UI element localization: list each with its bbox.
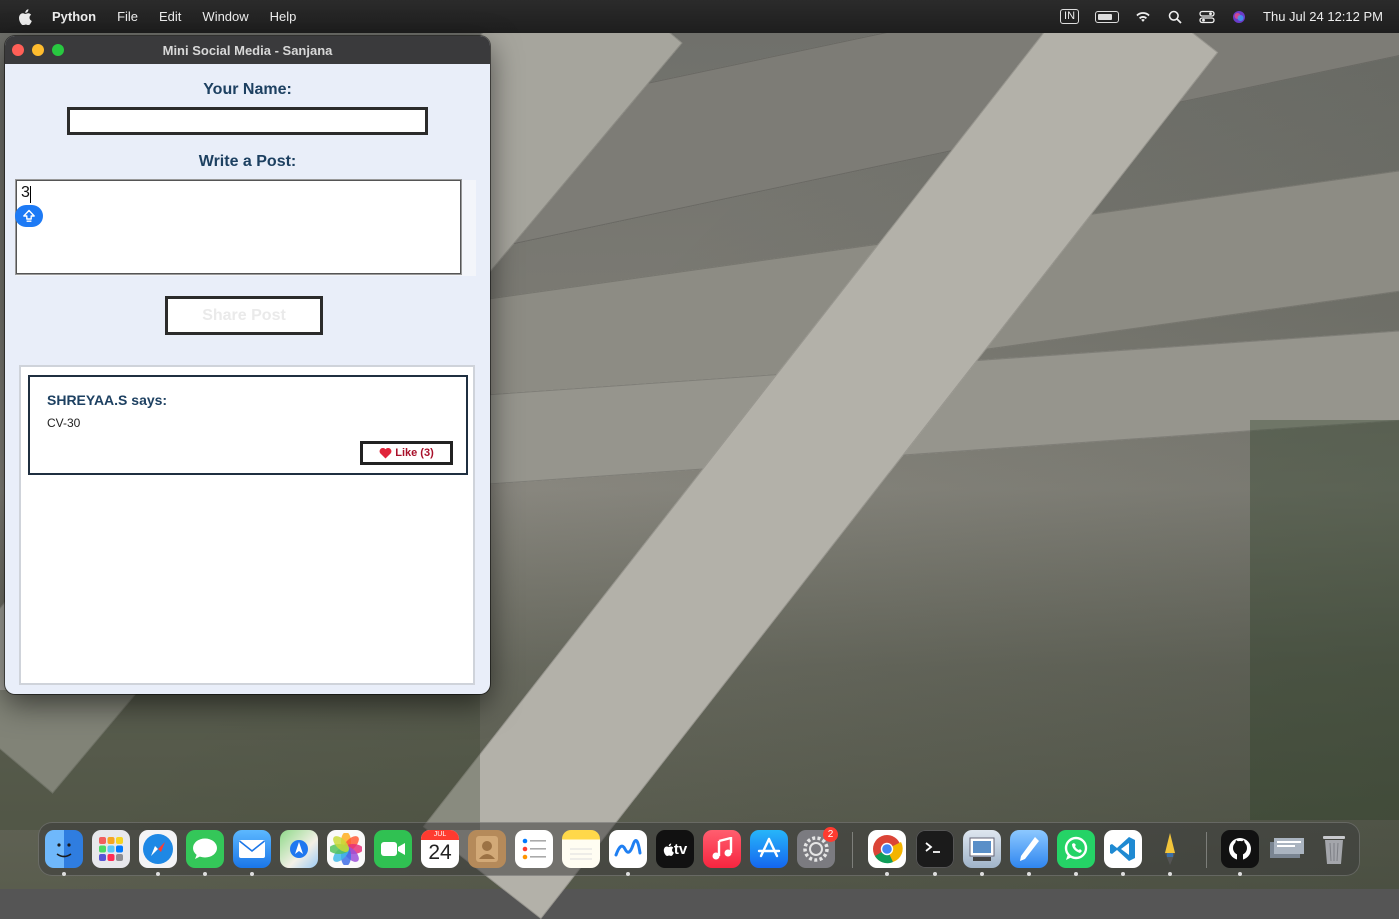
- downloads-stack-icon[interactable]: [1268, 830, 1306, 868]
- dock: JUL 24 tv 2: [38, 822, 1360, 876]
- menu-window[interactable]: Window: [202, 9, 248, 24]
- dock-separator: [1206, 832, 1207, 868]
- app-window: Mini Social Media - Sanjana Your Name: W…: [5, 36, 490, 694]
- running-indicator: [1121, 872, 1125, 876]
- launchpad-icon[interactable]: [92, 830, 130, 868]
- vscode-icon[interactable]: [1104, 830, 1142, 868]
- apple-tv-icon[interactable]: tv: [656, 830, 694, 868]
- calendar-icon[interactable]: JUL 24: [421, 830, 459, 868]
- siri-icon[interactable]: [1231, 9, 1247, 25]
- name-input[interactable]: [67, 107, 428, 135]
- control-center-icon[interactable]: [1199, 9, 1215, 25]
- terminal-icon[interactable]: [916, 830, 954, 868]
- running-indicator: [1238, 872, 1242, 876]
- like-button[interactable]: Like (3): [360, 441, 453, 465]
- python-launcher-icon[interactable]: [1151, 830, 1189, 868]
- wallpaper-shade: [1250, 420, 1399, 820]
- music-icon[interactable]: [703, 830, 741, 868]
- running-indicator: [250, 872, 254, 876]
- trash-icon[interactable]: [1315, 830, 1353, 868]
- wallpaper-shade: [0, 690, 480, 830]
- freeform-icon[interactable]: [609, 830, 647, 868]
- menu-edit[interactable]: Edit: [159, 9, 181, 24]
- menu-bar: Python File Edit Window Help IN Thu Jul …: [0, 0, 1399, 33]
- wifi-icon[interactable]: [1135, 9, 1151, 25]
- maps-icon[interactable]: [280, 830, 318, 868]
- mail-icon[interactable]: [233, 830, 271, 868]
- window-titlebar[interactable]: Mini Social Media - Sanjana: [5, 36, 490, 64]
- running-indicator: [62, 872, 66, 876]
- contacts-icon[interactable]: [468, 830, 506, 868]
- textedit-pen-icon[interactable]: [1010, 830, 1048, 868]
- window-zoom-button[interactable]: [52, 44, 64, 56]
- input-source-indicator[interactable]: IN: [1060, 9, 1080, 24]
- like-button-label: Like (3): [395, 447, 434, 459]
- running-indicator: [980, 872, 984, 876]
- post-content: CV-30: [47, 416, 81, 430]
- dock-separator: [852, 832, 853, 868]
- post-author: SHREYAA.S says:: [47, 392, 168, 408]
- text-caret: [30, 186, 31, 203]
- running-indicator: [1027, 872, 1031, 876]
- preview-icon[interactable]: [963, 830, 1001, 868]
- menu-file[interactable]: File: [117, 9, 138, 24]
- running-indicator: [1168, 872, 1172, 876]
- post-textarea-container: 3: [15, 179, 476, 276]
- apple-tv-label: tv: [673, 840, 688, 858]
- spotlight-search-icon[interactable]: [1167, 9, 1183, 25]
- share-post-button[interactable]: Share Post: [165, 296, 323, 335]
- battery-icon[interactable]: [1095, 10, 1120, 23]
- safari-icon[interactable]: [139, 830, 177, 868]
- post-card: SHREYAA.S says: CV-30 Like (3): [28, 375, 468, 475]
- apple-menu-icon[interactable]: [18, 8, 32, 25]
- notes-icon[interactable]: [562, 830, 600, 868]
- running-indicator: [885, 872, 889, 876]
- chrome-icon[interactable]: [868, 830, 906, 868]
- finder-icon[interactable]: [45, 830, 83, 868]
- post-label: Write a Post:: [198, 153, 297, 170]
- post-textarea[interactable]: 3: [15, 179, 462, 275]
- post-textarea-text: 3: [21, 184, 30, 201]
- whatsapp-icon[interactable]: [1057, 830, 1095, 868]
- menu-app-name[interactable]: Python: [52, 9, 96, 24]
- running-indicator: [156, 872, 160, 876]
- system-settings-icon[interactable]: 2: [797, 827, 838, 868]
- name-label: Your Name:: [203, 81, 292, 98]
- running-indicator: [933, 872, 937, 876]
- reminders-icon[interactable]: [515, 830, 553, 868]
- window-title: Mini Social Media - Sanjana: [162, 42, 333, 58]
- running-indicator: [626, 872, 630, 876]
- menubar-clock[interactable]: Thu Jul 24 12:12 PM: [1263, 9, 1383, 24]
- posts-feed[interactable]: SHREYAA.S says: CV-30 Like (3): [19, 365, 475, 685]
- caps-lock-indicator-icon: [15, 205, 43, 227]
- calendar-month: JUL: [421, 830, 459, 840]
- window-minimize-button[interactable]: [32, 44, 44, 56]
- running-indicator: [1074, 872, 1078, 876]
- notification-badge: 2: [823, 827, 838, 842]
- calendar-day: 24: [428, 841, 452, 864]
- window-close-button[interactable]: [12, 44, 24, 56]
- facetime-icon[interactable]: [374, 830, 412, 868]
- github-desktop-icon[interactable]: [1221, 830, 1259, 868]
- app-store-icon[interactable]: [750, 830, 788, 868]
- running-indicator: [203, 872, 207, 876]
- photos-icon[interactable]: [327, 830, 365, 868]
- menu-help[interactable]: Help: [270, 9, 297, 24]
- messages-icon[interactable]: [186, 830, 224, 868]
- heart-icon: [379, 447, 392, 459]
